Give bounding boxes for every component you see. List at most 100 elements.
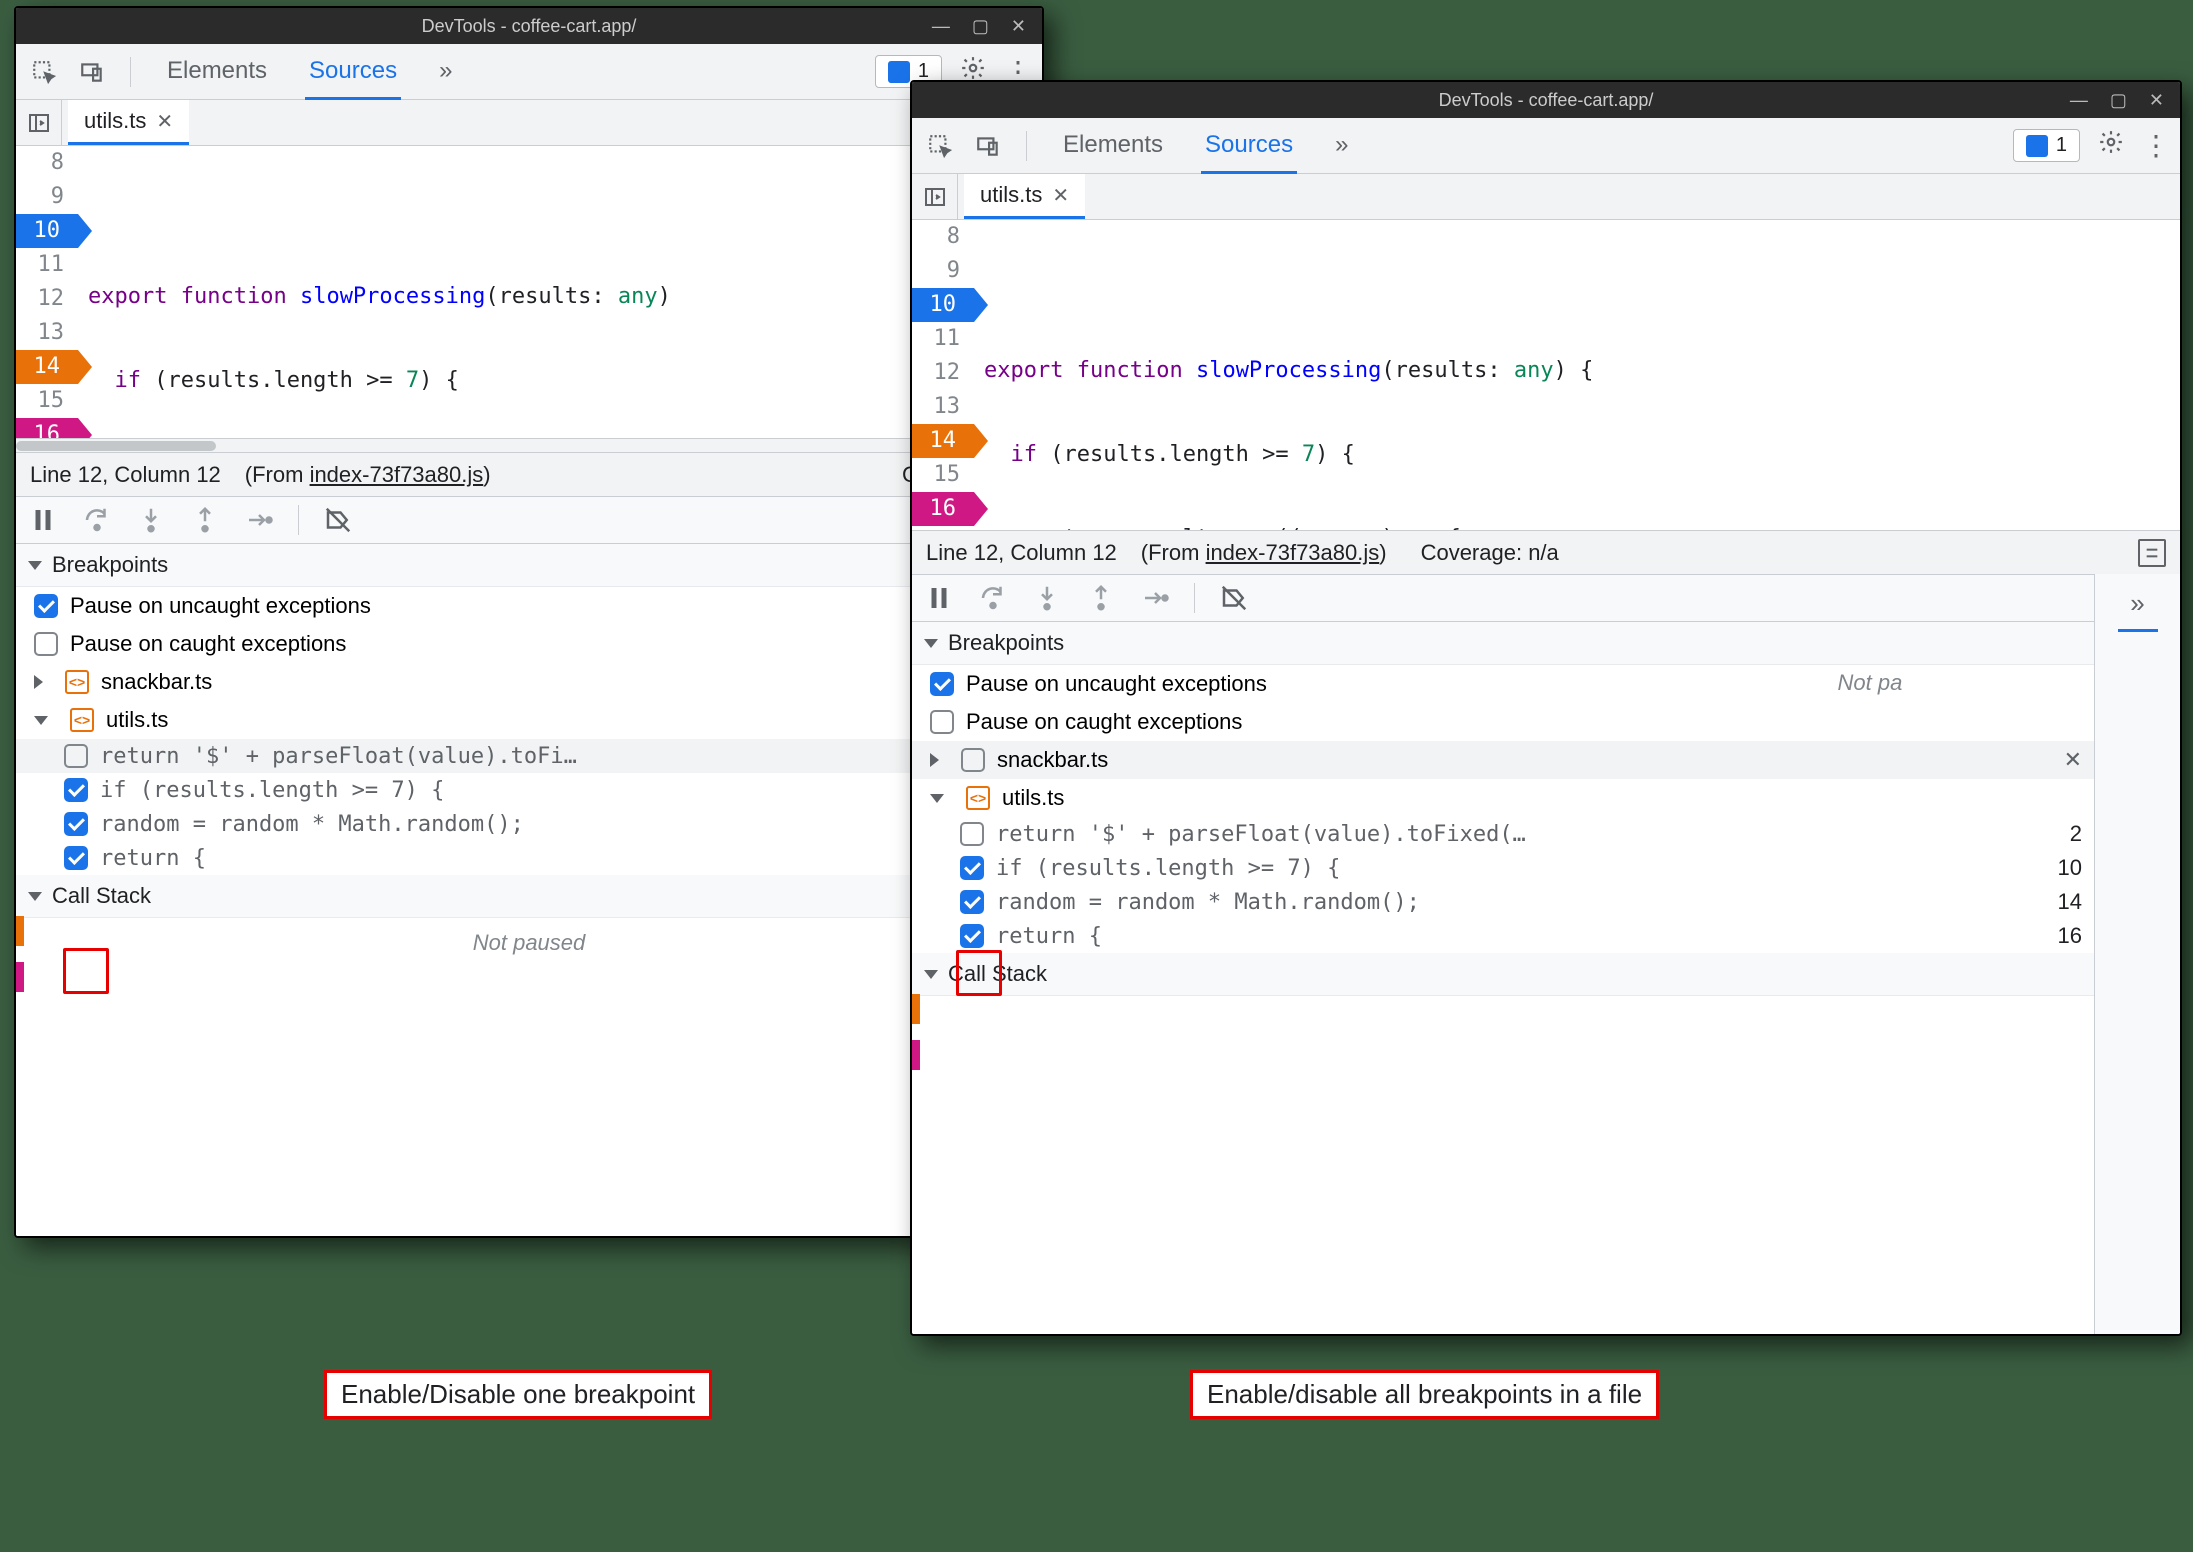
code-lines: export function slowProcessing(results: … [82,146,1042,438]
kebab-menu[interactable]: ⋮ [2142,129,2170,162]
checkbox-caught[interactable] [34,632,58,656]
chevron-right-icon [34,675,43,689]
breakpoint-checkbox[interactable] [64,812,88,836]
cursor-position: Line 12, Column 12 [30,462,221,488]
file-group-snackbar[interactable]: <>snackbar.ts [16,663,1042,701]
step-into-icon[interactable] [1032,583,1062,613]
breakpoint-item[interactable]: return {16 [16,841,1042,875]
horizontal-scrollbar[interactable] [16,438,1042,452]
close-icon[interactable]: ✕ [1052,183,1069,208]
status-bar: Line 12, Column 12 (From index-73f73a80.… [16,452,1042,496]
pause-caught-row[interactable]: Pause on caught exceptions [16,625,1042,663]
source-map-link[interactable]: index-73f73a80.js [1206,540,1380,565]
not-paused-label: Not pa [1838,670,2181,696]
tab-elements[interactable]: Elements [1059,117,1167,174]
file-group-checkbox[interactable] [961,748,985,772]
breakpoint-item[interactable]: return '$' + parseFloat(value).toFixed(…… [912,817,2094,851]
tab-more[interactable]: » [435,43,456,100]
show-navigator-icon[interactable] [16,100,62,145]
deactivate-breakpoints-icon[interactable] [323,505,353,535]
inspect-icon[interactable] [922,128,958,164]
titlebar-text: DevTools - coffee-cart.app/ [422,16,637,37]
file-tab-bar: utils.ts ✕ [912,174,2180,220]
pause-icon[interactable] [924,583,954,613]
chevron-right-icon [930,753,939,767]
window-titlebar: DevTools - coffee-cart.app/ — ▢ ✕ [912,82,2180,118]
breakpoints-panel: Breakpoints Pause on uncaught exceptions… [16,544,1042,1236]
file-tab-label: utils.ts [84,108,146,134]
line-gutter[interactable]: 8 9 10 11 12 13 ?14 15 16 [912,220,978,530]
breakpoints-header[interactable]: Breakpoints [16,544,1042,587]
window-titlebar: DevTools - coffee-cart.app/ — ▢ ✕ [16,8,1042,44]
breakpoint-checkbox[interactable] [960,890,984,914]
minimize-button[interactable]: — [932,16,950,37]
line-gutter[interactable]: 8 9 10 11 12 13 ?14 15 16 [16,146,82,438]
step-into-icon[interactable] [136,505,166,535]
breakpoint-item[interactable]: if (results.length >= 7) {10 [16,773,1042,807]
breakpoint-item[interactable]: return {16 [912,919,2094,953]
pause-icon[interactable] [28,505,58,535]
debugger-toolbar [16,496,1042,544]
breakpoint-item[interactable]: random = random * Math.random();14 [912,885,2094,919]
breakpoint-item[interactable]: if (results.length >= 7) {10 [912,851,2094,885]
code-editor[interactable]: 8 9 10 11 12 13 ?14 15 16 export functio… [16,146,1042,438]
devtools-window-right: DevTools - coffee-cart.app/ — ▢ ✕ Elemen… [910,80,2182,1336]
more-tabs-icon[interactable]: » [2130,588,2144,619]
deactivate-breakpoints-icon[interactable] [1219,583,1249,613]
breakpoint-item[interactable]: random = random * Math.random();14 [16,807,1042,841]
breakpoints-header[interactable]: Breakpoints [912,622,2094,665]
checkbox-uncaught[interactable] [34,594,58,618]
source-map-link[interactable]: index-73f73a80.js [310,462,484,487]
close-icon[interactable]: ✕ [156,109,173,134]
maximize-button[interactable]: ▢ [972,16,989,37]
callstack-header[interactable]: Call Stack [16,875,1042,918]
breakpoint-checkbox[interactable] [64,846,88,870]
file-group-utils[interactable]: <>utils.ts [16,701,1042,739]
pause-uncaught-row[interactable]: Pause on uncaught exceptions [16,587,1042,625]
breakpoint-checkbox[interactable] [960,822,984,846]
tab-sources[interactable]: Sources [305,43,401,100]
step-out-icon[interactable] [1086,583,1116,613]
remove-file-breakpoints-icon[interactable]: ✕ [2064,747,2082,773]
tab-elements[interactable]: Elements [163,43,271,100]
main-toolbar: Elements Sources » 1 ⋮ [912,118,2180,174]
settings-icon[interactable] [2098,129,2124,162]
pause-caught-row[interactable]: Pause on caught exceptions [912,703,2094,741]
chevron-down-icon [34,716,48,725]
breakpoint-checkbox[interactable] [960,856,984,880]
show-navigator-icon[interactable] [912,174,958,219]
device-toolbar-icon[interactable] [74,54,110,90]
breakpoint-item[interactable]: return '$' + parseFloat(value).toFi… ✕ 2 [16,739,1042,773]
main-toolbar: Elements Sources » 1 ⋮ [16,44,1042,100]
show-details-icon[interactable] [2138,539,2166,567]
close-button[interactable]: ✕ [1011,16,1026,37]
checkbox-uncaught[interactable] [930,672,954,696]
titlebar-text: DevTools - coffee-cart.app/ [1439,90,1654,111]
breakpoint-checkbox[interactable] [64,744,88,768]
chevron-down-icon [924,639,938,648]
checkbox-caught[interactable] [930,710,954,734]
minimize-button[interactable]: — [2070,90,2088,111]
breakpoint-checkbox[interactable] [64,778,88,802]
not-paused-text: Not paused [16,918,1042,968]
step-over-icon[interactable] [82,505,112,535]
step-out-icon[interactable] [190,505,220,535]
issues-badge[interactable]: 1 [2013,129,2080,162]
step-over-icon[interactable] [978,583,1008,613]
file-tab-utils[interactable]: utils.ts ✕ [964,174,1085,219]
maximize-button[interactable]: ▢ [2110,90,2127,111]
source-origin: (From index-73f73a80.js) [1141,540,1387,566]
inspect-icon[interactable] [26,54,62,90]
step-icon[interactable] [1140,583,1170,613]
code-editor[interactable]: 8 9 10 11 12 13 ?14 15 16 export functio… [912,220,2180,530]
breakpoint-checkbox[interactable] [960,924,984,948]
device-toolbar-icon[interactable] [970,128,1006,164]
file-group-snackbar[interactable]: snackbar.ts ✕ [912,741,2094,779]
step-icon[interactable] [244,505,274,535]
tab-more[interactable]: » [1331,117,1352,174]
callstack-header[interactable]: Call Stack [912,953,2094,996]
tab-sources[interactable]: Sources [1201,117,1297,174]
close-button[interactable]: ✕ [2149,90,2164,111]
file-group-utils[interactable]: <>utils.ts [912,779,2094,817]
file-tab-utils[interactable]: utils.ts ✕ [68,100,189,145]
